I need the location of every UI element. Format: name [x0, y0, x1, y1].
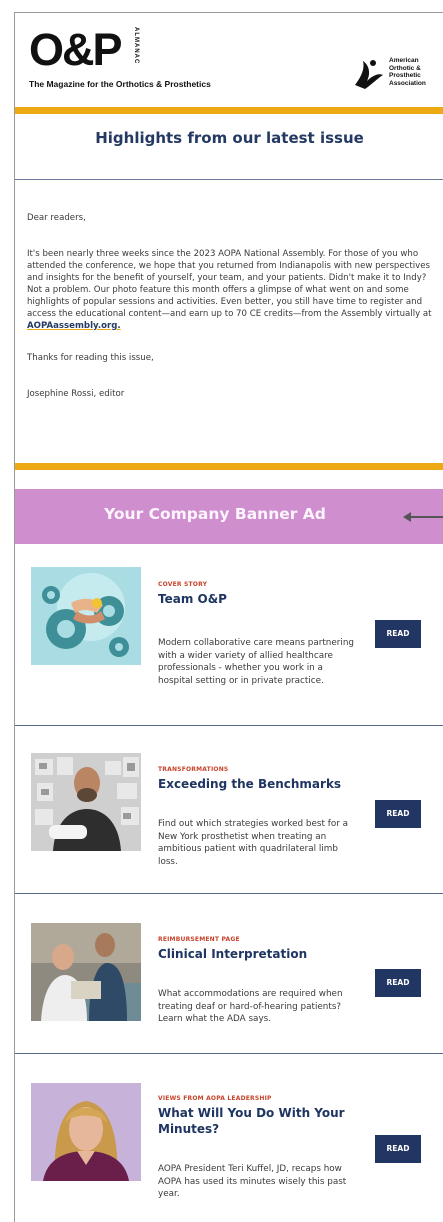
article-kicker: TRANSFORMATIONS — [158, 766, 229, 773]
aopa-logo[interactable]: American Orthotic & Prosthetic Associati… — [351, 55, 441, 95]
letter-body-text: It's been nearly three weeks since the 2… — [27, 249, 432, 319]
article-description: Find out which strategies worked best fo… — [158, 819, 349, 867]
article-title[interactable]: Clinical Interpretation — [158, 946, 348, 962]
article-kicker: REIMBURSEMENT PAGE — [158, 936, 240, 943]
letter-body: It's been nearly three weeks since the 2… — [27, 248, 443, 332]
article-description: What accommodations are required when tr… — [158, 989, 343, 1024]
banner-ad[interactable]: Your Company Banner Ad — [15, 489, 443, 544]
read-button[interactable]: READ — [375, 800, 421, 828]
logo-almanac: ALMANAC — [133, 27, 139, 65]
prosthetist-photo-icon[interactable] — [31, 753, 141, 851]
article-description: AOPA President Teri Kuffel, JD, recaps h… — [158, 1164, 347, 1199]
read-button[interactable]: READ — [375, 1135, 421, 1163]
aopa-figure-icon — [355, 60, 383, 89]
tagline: The Magazine for the Orthotics & Prosthe… — [29, 79, 211, 89]
highlights-title: Highlights from our latest issue — [95, 129, 364, 147]
aopa-name: American Orthotic & Prosthetic Associati… — [389, 57, 426, 87]
article-divider — [15, 893, 443, 894]
read-button[interactable]: READ — [375, 969, 421, 997]
patients-photo-icon[interactable] — [31, 923, 141, 1021]
logo-wordmark: O&P — [29, 24, 123, 75]
article-divider — [15, 1053, 443, 1054]
arrow-icon — [407, 516, 443, 518]
banner-text: Your Company Banner Ad — [104, 505, 326, 523]
letter-closing: Thanks for reading this issue, — [27, 353, 154, 363]
title-rule — [15, 179, 443, 180]
masthead: O&P ALMANAC The Magazine for the Orthoti… — [15, 13, 443, 107]
article-title[interactable]: What Will You Do With Your Minutes? — [158, 1105, 348, 1137]
article-kicker: COVER STORY — [158, 581, 208, 588]
president-portrait-icon[interactable] — [31, 1083, 141, 1181]
article-kicker: VIEWS FROM AOPA LEADERSHIP — [158, 1095, 272, 1102]
read-button[interactable]: READ — [375, 620, 421, 648]
article-title[interactable]: Team O&P — [158, 591, 348, 607]
gold-divider-top — [15, 107, 443, 114]
article-divider — [15, 725, 443, 726]
article-title[interactable]: Exceeding the Benchmarks — [158, 776, 348, 792]
aopa-assembly-link[interactable]: AOPAassembly.org. — [27, 321, 121, 331]
gears-handshake-illustration-icon[interactable] — [31, 567, 141, 665]
email-frame: O&P ALMANAC The Magazine for the Orthoti… — [14, 12, 443, 1222]
arrow-head-icon — [403, 512, 411, 522]
letter-salutation: Dear readers, — [27, 213, 86, 223]
article-description: Modern collaborative care means partneri… — [158, 638, 355, 686]
op-logo[interactable]: O&P — [29, 24, 123, 75]
letter-signature: Josephine Rossi, editor — [27, 389, 125, 399]
gold-divider-mid — [15, 463, 443, 470]
